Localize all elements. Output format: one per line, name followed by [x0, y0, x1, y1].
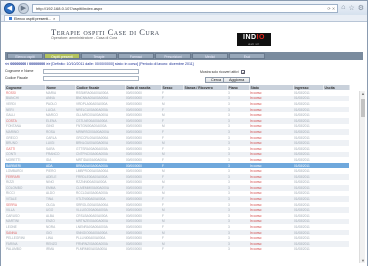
period-info: << 00000000 / 00000000 >> [Definito: 10/…	[5, 62, 363, 66]
search-panel: Cognome e Nome Codice Fiscale Mostra sol…	[5, 69, 363, 85]
tab-bar: Elenco ospiti presenti... ×	[1, 15, 367, 22]
scroll-down-icon[interactable]: ▼	[360, 258, 366, 263]
scroll-thumb[interactable]	[361, 99, 365, 117]
menu-item-5[interactable]: Medici	[192, 53, 228, 59]
active-only-checkbox[interactable]: ✓	[241, 70, 245, 75]
surname-input[interactable]	[43, 69, 139, 74]
favicon-icon	[9, 17, 12, 20]
refresh-button[interactable]: Aggiorna	[223, 77, 251, 83]
star-icon[interactable]: ☆	[348, 4, 354, 12]
table-cell: 00/00/0000	[125, 246, 161, 253]
table-cell	[183, 246, 227, 253]
page-content: Terapie ospiti Case di Cura Operatore: a…	[1, 23, 367, 266]
table-row[interactable]: PALUMBO IRMA PLMRMI00A00A000A 00/00/0000 F 3 I…	[5, 246, 349, 253]
guests-table: Cognome Nome Codice fiscale Data di nascita…	[5, 85, 350, 253]
table-cell: 3	[227, 246, 249, 253]
active-only-label: Mostra solo ricoveri attivi	[200, 70, 239, 74]
forward-arrow-icon[interactable]: ▶	[18, 2, 29, 14]
back-arrow-icon[interactable]: ◀	[4, 2, 15, 14]
menu-item-1[interactable]: Ospiti presenti	[44, 53, 80, 59]
table-cell: PALUMBO	[5, 246, 45, 253]
operator-info: Operatore: amministratore - Casa di Cura	[51, 36, 118, 40]
record-navigator[interactable]: << 00000000 / 00000000 >>	[5, 62, 50, 66]
table-cell: PLMRMI00A00A000A	[75, 246, 125, 253]
refresh-icon[interactable]: ⟳ ✕	[327, 5, 337, 12]
main-menu: Elenco ospiti Ospiti presenti Terapie Farma…	[5, 52, 363, 60]
period-text: [Definito: 10/10/2011 dalle: 00/00/0000]…	[51, 62, 194, 66]
surname-label: Cognome e Nome	[5, 69, 34, 73]
tab-title: Elenco ospiti presenti...	[14, 16, 52, 21]
brand-logo: INDIO web srl	[237, 33, 271, 46]
browser-window: ◀ ▶ http://192.168.0.107/ospiti/index.as…	[0, 0, 368, 266]
vertical-scrollbar[interactable]: ▲ ▼	[359, 91, 365, 263]
menu-item-4[interactable]: Prescrizioni	[155, 53, 191, 59]
address-bar[interactable]: http://192.168.0.107/ospiti/index.aspx ⟳…	[32, 3, 339, 13]
url-text: http://192.168.0.107/ospiti/index.aspx	[36, 5, 103, 11]
home-icon[interactable]: ⌂	[341, 4, 345, 12]
tax-code-label: Codice Fiscale	[5, 76, 28, 80]
table-cell: In corso	[249, 246, 293, 253]
menu-item-6[interactable]: Esci	[229, 53, 265, 59]
app-header: Terapie ospiti Case di Cura Operatore: a…	[1, 23, 367, 52]
menu-item-2[interactable]: Terapie	[81, 53, 117, 59]
table-cell: F	[161, 246, 183, 253]
scroll-up-icon[interactable]: ▲	[360, 91, 366, 96]
table-cell: 01/08/2011	[293, 246, 323, 253]
table-cell: IRMA	[45, 246, 75, 253]
browser-toolbar: ◀ ▶ http://192.168.0.107/ospiti/index.as…	[1, 1, 367, 15]
menu-item-3[interactable]: Farmaci	[118, 53, 154, 59]
browser-tool-icons: ⌂ ☆ ⚙	[341, 4, 364, 12]
browser-tab[interactable]: Elenco ospiti presenti... ×	[4, 15, 61, 22]
menu-item-0[interactable]: Elenco ospiti	[7, 53, 43, 59]
tax-code-input[interactable]	[43, 76, 139, 81]
table-cell	[323, 246, 349, 253]
table-body: ROSSI MARIA RSSMRA00A00A000A 00/00/0000 F 3 In…	[5, 90, 349, 253]
gear-icon[interactable]: ⚙	[358, 4, 364, 12]
close-icon[interactable]: ×	[53, 16, 55, 22]
